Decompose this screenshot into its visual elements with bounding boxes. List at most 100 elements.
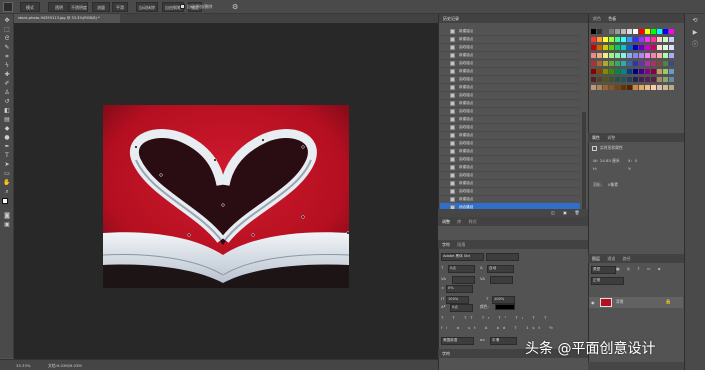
color-swatch[interactable] [615, 53, 620, 58]
color-swatch[interactable] [639, 77, 644, 82]
color-swatch[interactable] [603, 61, 608, 66]
color-swatch[interactable] [627, 37, 632, 42]
leading-field[interactable]: 自动 [487, 265, 514, 273]
snapshot-icon[interactable]: ◫ [550, 210, 556, 216]
tracking-field[interactable] [490, 276, 513, 284]
healing-brush-icon[interactable]: ✚ [3, 72, 11, 78]
color-swatch[interactable] [597, 29, 602, 34]
width-value[interactable]: 24.85 厘米 [600, 158, 620, 164]
color-swatch[interactable] [633, 85, 638, 90]
option-transparent[interactable]: 透明 [48, 2, 70, 12]
color-swatch[interactable] [615, 69, 620, 74]
color-swatch[interactable] [621, 85, 626, 90]
horizontal-scale-field[interactable]: 100% [492, 296, 515, 304]
color-swatch[interactable] [651, 45, 656, 50]
color-swatch[interactable] [603, 77, 608, 82]
tab-channels[interactable]: 通道 [607, 256, 615, 261]
color-swatch[interactable] [639, 69, 644, 74]
color-swatch[interactable] [633, 45, 638, 50]
color-swatch[interactable] [609, 53, 614, 58]
color-swatch[interactable] [633, 69, 638, 74]
color-swatch[interactable] [609, 77, 614, 82]
color-swatch[interactable] [603, 69, 608, 74]
color-swatch[interactable] [615, 61, 620, 66]
color-swatch[interactable] [621, 45, 626, 50]
eyedropper-icon[interactable]: ϟ [3, 63, 11, 69]
color-swatch[interactable] [645, 85, 650, 90]
tab-character[interactable]: 字符 [442, 242, 450, 247]
quick-mask-icon[interactable]: ◙ [3, 213, 11, 219]
color-swatch[interactable] [663, 61, 668, 66]
color-swatch[interactable] [669, 77, 674, 82]
color-swatch[interactable] [627, 29, 632, 34]
color-swatch[interactable] [633, 29, 638, 34]
color-swatch[interactable] [615, 37, 620, 42]
color-swatch[interactable] [609, 61, 614, 66]
color-swatch[interactable] [663, 85, 668, 90]
color-swatch[interactable] [639, 53, 644, 58]
color-swatch[interactable] [627, 45, 632, 50]
color-swatch[interactable] [591, 45, 596, 50]
color-swatch[interactable] [633, 77, 638, 82]
color-swatch[interactable] [591, 37, 596, 42]
language-select[interactable]: 美国英语 [441, 337, 474, 345]
move-tool-icon[interactable]: ✥ [3, 18, 11, 24]
color-swatch[interactable] [669, 53, 674, 58]
layer-row-background[interactable]: ◉ 背景 🔒 [589, 297, 683, 308]
color-swatch[interactable] [645, 69, 650, 74]
tab-color[interactable]: 颜色 [593, 16, 601, 21]
color-swatch[interactable] [609, 37, 614, 42]
lasso-tool-icon[interactable]: ᘓ [3, 36, 11, 42]
marquee-tool-icon[interactable]: ⬚ [3, 27, 11, 33]
color-swatch[interactable] [669, 37, 674, 42]
color-swatch[interactable] [669, 69, 674, 74]
color-swatch[interactable] [639, 37, 644, 42]
color-swatch[interactable] [591, 69, 596, 74]
color-swatch[interactable] [657, 69, 662, 74]
quick-select-icon[interactable]: ✎ [3, 45, 11, 51]
color-swatch[interactable] [651, 61, 656, 66]
document-image[interactable] [103, 105, 349, 288]
tool-preset-icon[interactable] [3, 2, 13, 12]
color-swatch[interactable] [651, 77, 656, 82]
color-swatch[interactable] [627, 53, 632, 58]
color-swatch[interactable] [597, 61, 602, 66]
tab-swatches[interactable]: 色板 [608, 16, 616, 21]
opentype-buttons[interactable]: fi ơ st A ad T 1st ½ [441, 325, 557, 331]
tsume-field[interactable]: 0% [446, 285, 473, 293]
color-swatch[interactable] [627, 61, 632, 66]
path-select-icon[interactable]: ➤ [3, 162, 11, 168]
crop-tool-icon[interactable]: ⌗ [3, 54, 11, 60]
color-swatch[interactable] [615, 85, 620, 90]
option-opacity[interactable]: 不透明度 [68, 2, 88, 12]
new-document-icon[interactable]: ▣ [562, 210, 568, 216]
color-swatch[interactable] [645, 53, 650, 58]
text-color-swatch[interactable] [495, 304, 515, 310]
document-tab[interactable]: stock-photo-94359113.jpg @ 33.3%(RGB/8) … [14, 14, 120, 23]
color-swatch[interactable] [645, 77, 650, 82]
auto-add-checkbox[interactable] [180, 4, 185, 9]
color-swatch[interactable] [645, 29, 650, 34]
tab-library[interactable]: 库 [457, 219, 461, 224]
color-swatch[interactable] [657, 37, 662, 42]
font-size-field[interactable]: 0点 [448, 265, 475, 273]
color-swatch[interactable] [615, 45, 620, 50]
tab-history[interactable]: 历史记录 [443, 16, 459, 21]
color-swatch[interactable] [657, 77, 662, 82]
color-swatch[interactable] [591, 85, 596, 90]
color-swatch[interactable] [639, 45, 644, 50]
gear-icon[interactable]: ⚙ [232, 3, 240, 11]
color-swatch[interactable] [645, 61, 650, 66]
x-value[interactable]: 0 [635, 158, 637, 164]
color-swatch[interactable] [597, 77, 602, 82]
color-swatch[interactable] [657, 29, 662, 34]
color-swatch[interactable] [621, 61, 626, 66]
feather-value[interactable]: 0像素 [608, 182, 618, 188]
color-swatch[interactable] [657, 61, 662, 66]
color-swatch[interactable] [663, 45, 668, 50]
color-swatch[interactable] [663, 77, 668, 82]
tab-layers[interactable]: 图层 [592, 256, 600, 261]
screen-mode-icon[interactable]: ▣ [3, 222, 11, 228]
eye-icon[interactable]: ◉ [591, 300, 595, 305]
color-swatch[interactable] [603, 53, 608, 58]
